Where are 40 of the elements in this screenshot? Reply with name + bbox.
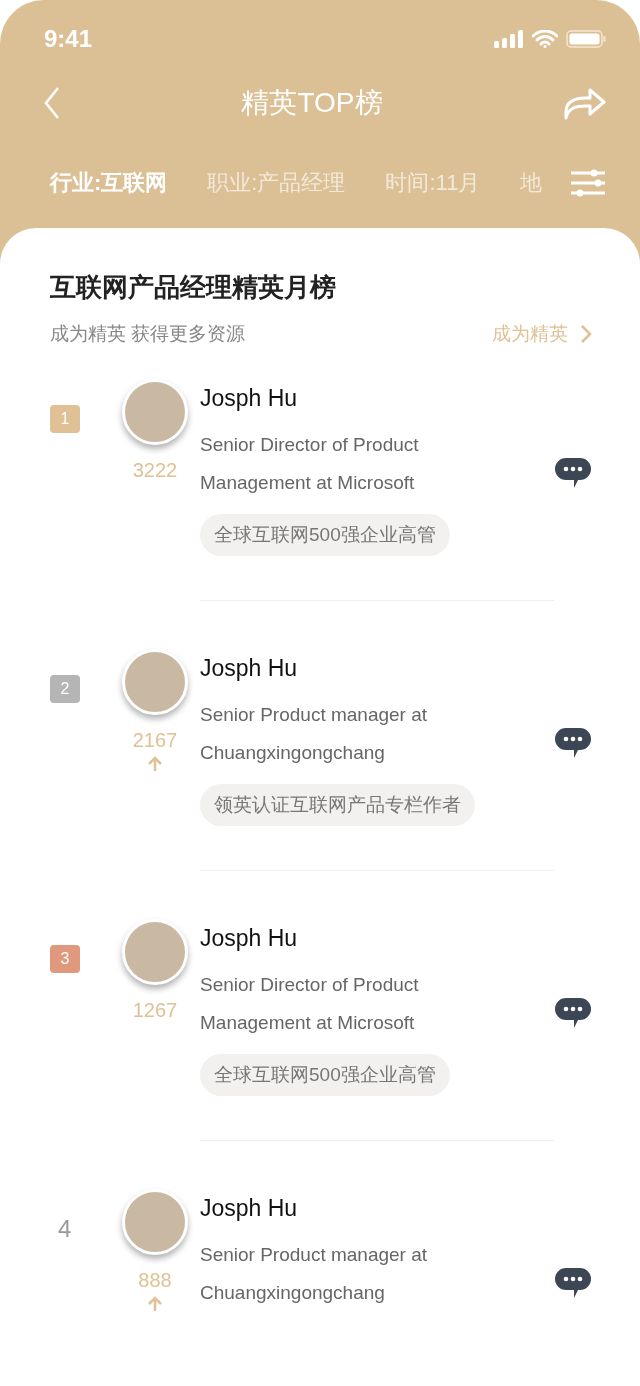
job-description: Senior Director of Product Management at Microsoft	[200, 973, 420, 1035]
chat-button[interactable]	[554, 727, 592, 759]
person-name: Josph Hu	[200, 385, 298, 412]
board-title: 互联网产品经理精英月榜	[50, 271, 337, 304]
honor-tag: 领英认证互联网产品专栏作者	[200, 784, 475, 826]
chevron-right-icon	[580, 324, 592, 344]
person-name: Josph Hu	[200, 925, 298, 952]
status-time: 9:41	[44, 25, 93, 53]
filter-tab[interactable]: 行业:互联网	[44, 168, 168, 198]
battery-icon	[566, 30, 606, 48]
signal-icon	[494, 30, 524, 48]
rank-badge: 2	[50, 675, 80, 703]
filter-tab[interactable]: 地	[514, 168, 543, 198]
board-subtitle: 成为精英 获得更多资源	[50, 322, 246, 346]
avatar-placeholder	[122, 919, 188, 985]
avatar-placeholder	[122, 649, 188, 715]
score-value: 888	[138, 1269, 172, 1292]
rank-number: 4	[57, 1215, 72, 1242]
filter-tab[interactable]: 职业:产品经理	[201, 168, 346, 198]
rank-badge: 3	[50, 945, 80, 973]
score-value: 2167	[132, 729, 178, 752]
person-name: Josph Hu	[200, 655, 298, 682]
chat-button[interactable]	[554, 1267, 592, 1299]
rank-badge: 1	[50, 405, 80, 433]
job-description: Senior Product manager at Chuangxingongchang	[200, 703, 429, 765]
filter-tab[interactable]: 时间:11月	[379, 168, 481, 198]
page-title: 精英TOP榜	[241, 86, 383, 120]
job-description: Senior Director of Product Management at Microsoft	[200, 433, 420, 495]
chat-button[interactable]	[554, 457, 592, 489]
score-value: 3222	[132, 459, 178, 482]
score-value: 1267	[132, 999, 178, 1022]
avatar-placeholder	[122, 379, 188, 445]
avatar-placeholder	[122, 1189, 188, 1255]
become-elite-link[interactable]: 成为精英	[492, 321, 592, 347]
honor-tag: 全球互联网500强企业高管	[200, 514, 450, 556]
chat-button[interactable]	[554, 997, 592, 1029]
job-description: Senior Product manager at Chuangxingongchang	[200, 1243, 429, 1305]
honor-tag: 全球互联网500强企业高管	[200, 1054, 450, 1096]
person-name: Josph Hu	[200, 1195, 298, 1222]
wifi-icon	[532, 30, 558, 48]
